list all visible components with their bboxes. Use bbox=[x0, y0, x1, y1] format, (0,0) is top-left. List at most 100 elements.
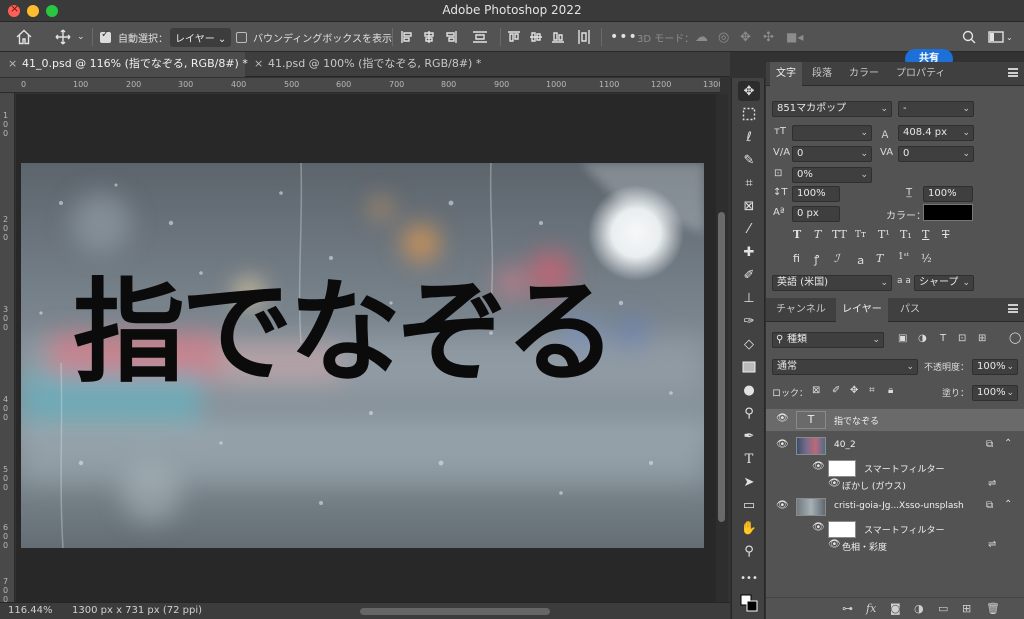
new-group-icon[interactable]: ▭ bbox=[938, 602, 948, 615]
lock-pixels-icon[interactable]: ✐ bbox=[832, 385, 840, 396]
filter-type-icon[interactable]: T bbox=[940, 333, 946, 344]
close-tab-icon[interactable]: × bbox=[8, 52, 17, 76]
discretionary-ligatures-button[interactable]: ꝭ bbox=[814, 252, 819, 267]
more-options-icon[interactable]: ••• bbox=[610, 22, 638, 52]
color-swatches-icon[interactable] bbox=[738, 593, 760, 613]
eye-icon[interactable]: 👁︎ bbox=[776, 413, 789, 424]
move-tool-icon[interactable]: ✥ bbox=[738, 81, 760, 101]
align-right-icon[interactable] bbox=[444, 22, 458, 52]
layer-row-cristi-goia[interactable]: 👁︎ cristi-goia-Jg...Xsso-unsplash ⧉ ⌃ bbox=[766, 496, 1024, 518]
add-mask-icon[interactable]: ◙ bbox=[890, 602, 901, 615]
filter-shape-icon[interactable]: ⊡ bbox=[958, 333, 966, 344]
tracking-field[interactable]: 0 ⌄ bbox=[898, 146, 974, 162]
font-family-select[interactable]: 851マカポップ ⌄ bbox=[772, 101, 892, 117]
close-tab-icon[interactable]: × bbox=[254, 52, 263, 76]
link-layers-icon[interactable]: ⊶ bbox=[842, 602, 853, 615]
leading-field[interactable]: 408.4 px ⌄ bbox=[898, 125, 974, 141]
lock-artboard-icon[interactable]: ⌗ bbox=[869, 385, 875, 396]
ordinals-button[interactable]: 1ˢᵗ bbox=[898, 252, 909, 262]
tab-character[interactable]: 文字 bbox=[770, 62, 802, 86]
filter-row-hue-saturation[interactable]: 👁︎ 色相・彩度 ⇌ bbox=[766, 536, 1024, 554]
faux-bold-button[interactable]: T bbox=[793, 228, 801, 241]
marquee-tool-icon[interactable] bbox=[738, 104, 760, 124]
document-info[interactable]: 1300 px x 731 px (72 ppi) bbox=[72, 605, 202, 616]
fractions-button[interactable]: ½ bbox=[921, 252, 932, 265]
path-selection-tool-icon[interactable]: ➤ bbox=[738, 472, 760, 492]
healing-brush-tool-icon[interactable]: ✚ bbox=[738, 242, 760, 262]
faux-italic-button[interactable]: T bbox=[814, 228, 821, 241]
lock-position-icon[interactable]: ✥ bbox=[850, 385, 858, 396]
type-tool-icon[interactable]: T bbox=[738, 449, 760, 469]
3d-drag-icon[interactable]: ✥ bbox=[740, 22, 751, 52]
tab-color[interactable]: カラー bbox=[843, 62, 885, 86]
strikethrough-button[interactable]: T bbox=[942, 228, 949, 241]
tab-layers[interactable]: レイヤー bbox=[836, 298, 888, 322]
small-caps-button[interactable]: Tᴛ bbox=[855, 230, 866, 240]
filter-pixel-icon[interactable]: ▣ bbox=[898, 333, 907, 344]
gradient-tool-icon[interactable] bbox=[738, 357, 760, 377]
new-layer-icon[interactable]: ⊞ bbox=[962, 602, 971, 615]
document-canvas[interactable]: 指でなぞる bbox=[21, 163, 704, 548]
chevron-up-icon[interactable]: ⌃ bbox=[1004, 438, 1012, 449]
horizontal-scale-field[interactable]: 100% bbox=[923, 186, 973, 202]
canvas-text-layer[interactable]: 指でなぞる bbox=[73, 258, 617, 408]
eye-icon[interactable]: 👁︎ bbox=[776, 439, 789, 450]
eraser-tool-icon[interactable]: ◇ bbox=[738, 334, 760, 354]
brush-tool-icon[interactable]: ✐ bbox=[738, 265, 760, 285]
eye-icon[interactable]: 👁︎ bbox=[828, 539, 841, 550]
align-bottom-icon[interactable] bbox=[551, 22, 565, 52]
3d-slide-icon[interactable]: ✣ bbox=[763, 22, 774, 52]
tab-paths[interactable]: パス bbox=[894, 298, 926, 322]
distribute-icon[interactable] bbox=[472, 22, 488, 52]
ligatures-button[interactable]: ﬁ bbox=[793, 252, 800, 265]
tab-doc-41_0[interactable]: × 41_0.psd @ 116% (指でなぞる, RGB/8#) * bbox=[0, 52, 248, 77]
filter-row-gaussian-blur[interactable]: 👁︎ ぼかし (ガウス) ⇌ bbox=[766, 475, 1024, 493]
workspace-icon[interactable]: ⌄ bbox=[988, 22, 1013, 52]
eye-icon[interactable]: 👁︎ bbox=[812, 522, 825, 533]
tab-paragraph[interactable]: 段落 bbox=[806, 62, 838, 86]
tool-preset-chevron-icon[interactable]: ⌄ bbox=[77, 22, 85, 52]
rectangle-tool-icon[interactable]: ▭ bbox=[738, 495, 760, 515]
eye-icon[interactable]: 👁︎ bbox=[776, 500, 789, 511]
zoom-level[interactable]: 116.44% bbox=[8, 605, 53, 616]
more-tools-icon[interactable]: ••• bbox=[738, 568, 760, 588]
home-icon[interactable] bbox=[15, 22, 33, 52]
tsume-field[interactable]: 0% ⌄ bbox=[792, 167, 872, 183]
filter-smart-object-icon[interactable]: ⊞ bbox=[978, 333, 986, 344]
stamp-tool-icon[interactable]: ⊥ bbox=[738, 288, 760, 308]
align-hcenter-icon[interactable] bbox=[422, 22, 436, 52]
blur-tool-icon[interactable]: ● bbox=[738, 380, 760, 400]
subscript-button[interactable]: T₁ bbox=[900, 228, 912, 241]
filter-options-icon[interactable]: ⇌ bbox=[988, 478, 996, 489]
baseline-shift-field[interactable]: 0 px bbox=[792, 206, 840, 222]
filter-toggle-icon[interactable]: ◯ bbox=[1009, 331, 1021, 344]
panel-menu-icon[interactable] bbox=[1008, 68, 1018, 77]
vertical-scale-field[interactable]: 100% bbox=[792, 186, 840, 202]
hand-tool-icon[interactable]: ✋ bbox=[738, 518, 760, 538]
filter-options-icon[interactable]: ⇌ bbox=[988, 539, 996, 550]
auto-select-dropdown[interactable]: レイヤー ⌄ bbox=[170, 22, 232, 52]
language-select[interactable]: 英語 (米国) ⌄ bbox=[772, 275, 892, 291]
fill-field[interactable]: 100% ⌄ bbox=[972, 385, 1018, 401]
superscript-button[interactable]: T¹ bbox=[878, 228, 890, 241]
swash-button[interactable]: ℐ bbox=[834, 252, 839, 265]
align-top-icon[interactable] bbox=[507, 22, 521, 52]
layer-filter-select[interactable]: ⚲ 種類 ⌄ bbox=[772, 332, 884, 348]
chevron-up-icon[interactable]: ⌃ bbox=[1004, 499, 1012, 510]
3d-orbit-icon[interactable]: ☁ bbox=[695, 22, 708, 52]
eye-icon[interactable]: 👁︎ bbox=[812, 461, 825, 472]
vertical-scroll-thumb[interactable] bbox=[718, 212, 725, 522]
panel-menu-icon[interactable] bbox=[1008, 304, 1018, 313]
titling-alternates-button[interactable]: T bbox=[876, 252, 883, 265]
magic-wand-tool-icon[interactable]: ✎ bbox=[738, 150, 760, 170]
blend-mode-select[interactable]: 通常 ⌄ bbox=[772, 359, 918, 375]
align-vcenter-icon[interactable] bbox=[529, 22, 543, 52]
bounding-box-checkbox[interactable] bbox=[236, 22, 247, 52]
distribute-vertical-icon[interactable] bbox=[577, 22, 591, 52]
layer-row-text[interactable]: 👁︎ T 指でなぞる bbox=[766, 409, 1024, 431]
lasso-tool-icon[interactable]: ℓ bbox=[738, 127, 760, 147]
lock-all-icon[interactable]: 🔒︎ bbox=[888, 385, 893, 396]
tab-properties[interactable]: プロパティ bbox=[890, 62, 951, 86]
dodge-tool-icon[interactable]: ⚲ bbox=[738, 403, 760, 423]
3d-roll-icon[interactable]: ◎ bbox=[718, 22, 729, 52]
